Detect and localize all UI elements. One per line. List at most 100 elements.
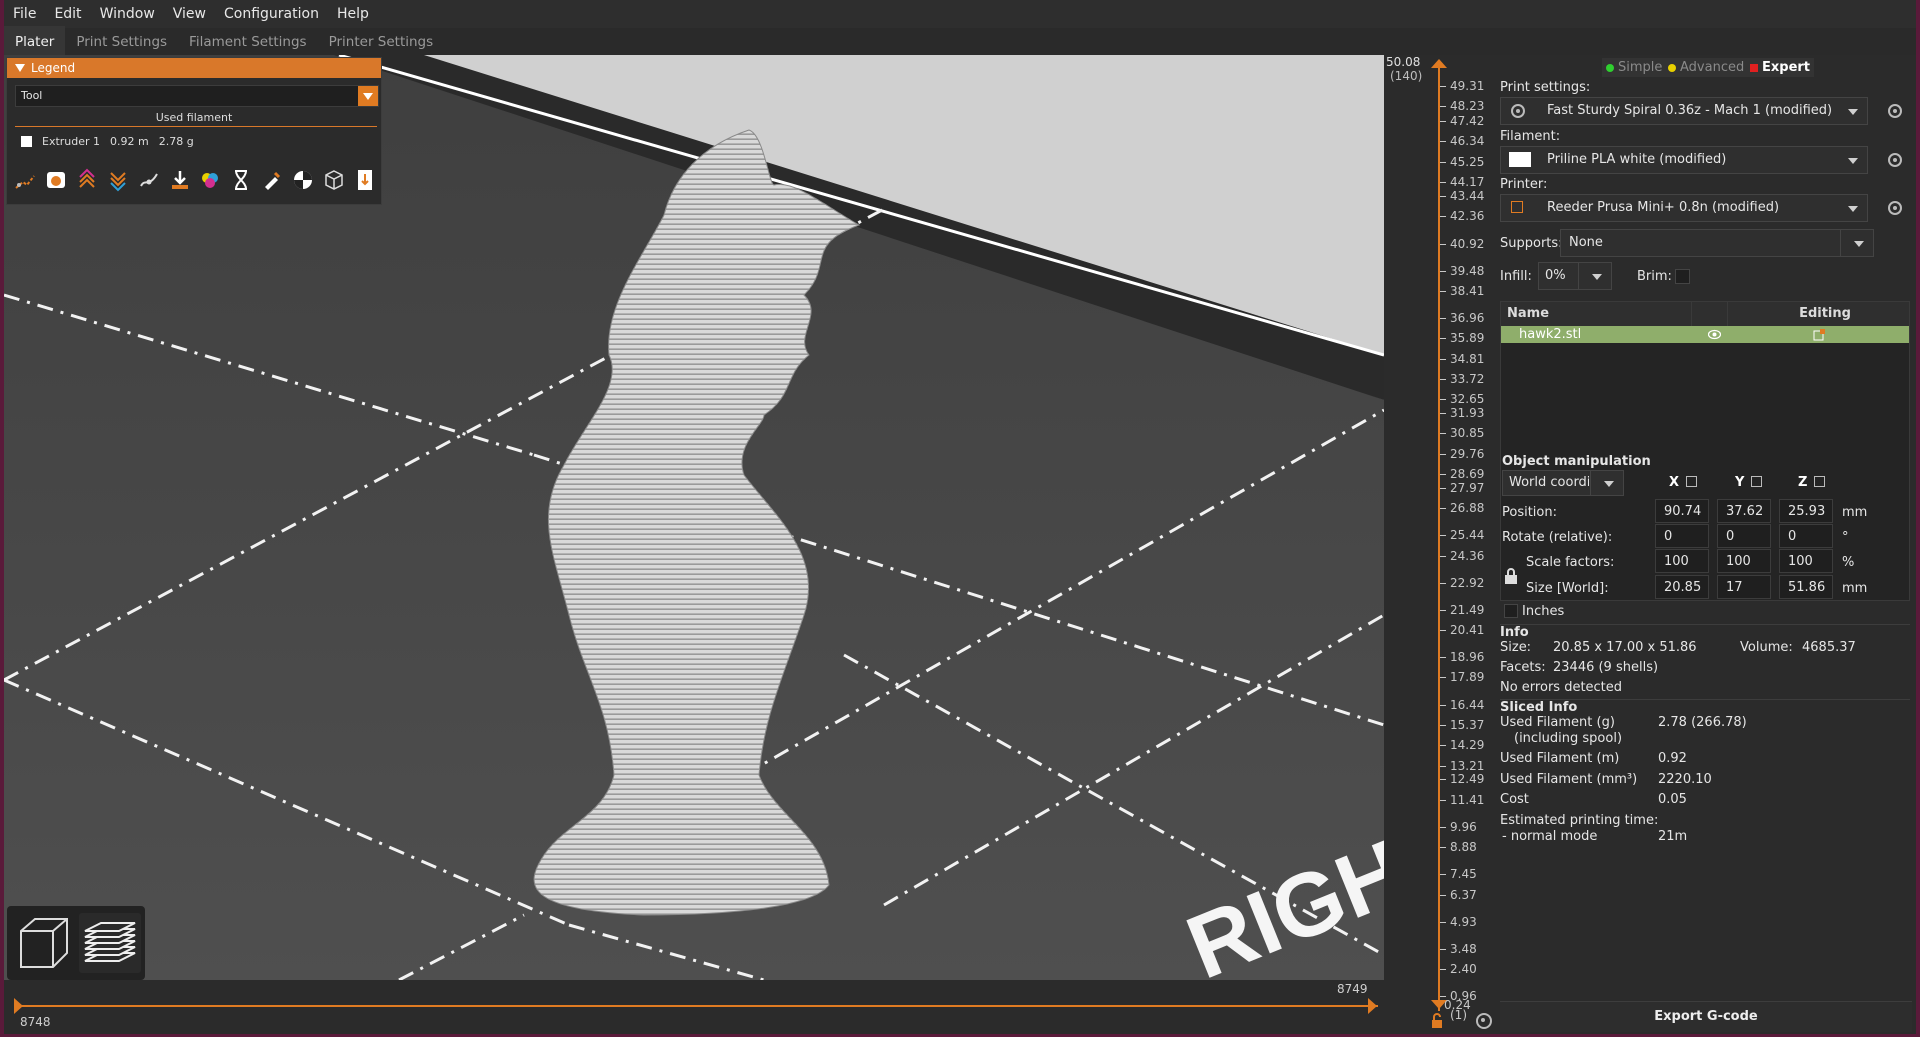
position-x-input[interactable]: 90.74 — [1655, 499, 1709, 523]
position-unit: mm — [1842, 505, 1868, 520]
layer-tick-label: 9.96 — [1450, 819, 1477, 834]
custom-gcodes-icon[interactable] — [260, 168, 284, 192]
center-of-gravity-icon[interactable] — [291, 168, 315, 192]
dropdown-arrow-icon[interactable] — [358, 86, 378, 106]
travel-icon[interactable] — [13, 168, 37, 192]
position-z-input[interactable]: 25.93 — [1779, 499, 1833, 523]
rotate-y-input[interactable]: 0 — [1717, 524, 1771, 548]
rotate-unit: ° — [1842, 530, 1849, 545]
print-settings-edit-icon[interactable] — [1888, 104, 1902, 118]
size-z-input[interactable]: 51.86 — [1779, 575, 1833, 599]
mode-expert[interactable]: Expert — [1746, 58, 1815, 77]
position-y-input[interactable]: 37.62 — [1717, 499, 1771, 523]
infill-label: Infill: — [1500, 269, 1532, 284]
layer-tick-label: 4.93 — [1450, 914, 1477, 929]
pause-prints-icon[interactable] — [229, 168, 253, 192]
scale-x-input[interactable]: 100 — [1655, 549, 1709, 573]
print-time-value: 21m — [1658, 829, 1688, 844]
layer-tick-label: 12.49 — [1450, 772, 1485, 787]
tab-printer-settings[interactable]: Printer Settings — [318, 28, 445, 55]
menu-view[interactable]: View — [164, 6, 215, 22]
legend-header[interactable]: Legend — [7, 58, 381, 78]
filament-combo[interactable]: Priline PLA white (modified) — [1500, 146, 1868, 174]
tool-marker-icon[interactable] — [353, 168, 377, 192]
menu-edit[interactable]: Edit — [45, 6, 90, 22]
scale-z-input[interactable]: 100 — [1779, 549, 1833, 573]
size-y-input[interactable]: 17 — [1717, 575, 1771, 599]
info-volume-label: Volume: — [1740, 640, 1793, 655]
eye-icon[interactable] — [1708, 329, 1721, 340]
layer-slider[interactable]: 50.08 (140) 49.31 48.23 47.42 46.34 45.25 44.… — [1384, 55, 1496, 1034]
retractions-icon[interactable] — [75, 168, 99, 192]
scale-y-input[interactable]: 100 — [1717, 549, 1771, 573]
mode-advanced[interactable]: Advanced — [1664, 58, 1749, 77]
unlock-icon[interactable] — [1429, 1013, 1445, 1029]
supports-combo[interactable]: None — [1560, 229, 1874, 257]
layer-tick-label: 29.76 — [1450, 446, 1485, 461]
menu-file[interactable]: File — [4, 6, 45, 22]
horizontal-slider-track[interactable] — [16, 1005, 1378, 1007]
edit-settings-icon[interactable] — [1813, 328, 1826, 341]
simple-mode-dot-icon — [1606, 63, 1614, 72]
drop-to-bed-y-icon[interactable] — [1751, 476, 1762, 487]
column-name-header[interactable]: Name — [1507, 306, 1549, 321]
menu-configuration[interactable]: Configuration — [215, 6, 328, 22]
tab-plater[interactable]: Plater — [4, 26, 66, 55]
printer-icon — [1511, 201, 1523, 213]
rotate-z-input[interactable]: 0 — [1779, 524, 1833, 548]
mode-simple[interactable]: Simple — [1602, 58, 1667, 77]
inches-checkbox[interactable] — [1504, 604, 1518, 618]
filament-edit-icon[interactable] — [1888, 153, 1902, 167]
layer-tick-mark — [1440, 161, 1446, 163]
supports-value: None — [1569, 235, 1603, 250]
brim-checkbox[interactable] — [1675, 269, 1690, 284]
layer-tick-label: 48.23 — [1450, 98, 1485, 113]
layer-tick-label: 31.93 — [1450, 405, 1485, 420]
preview-layers-icon[interactable] — [79, 913, 141, 973]
size-x-input[interactable]: 20.85 — [1655, 575, 1709, 599]
cog-icon[interactable] — [1476, 1013, 1492, 1029]
seams-icon[interactable] — [137, 168, 161, 192]
scale-unit: % — [1842, 555, 1855, 570]
used-filament-mm3-label: Used Filament (mm³) — [1500, 772, 1638, 787]
deretractions-icon[interactable] — [106, 168, 130, 192]
printer-edit-icon[interactable] — [1888, 201, 1902, 215]
horizontal-move-slider[interactable]: 8748 8749 — [4, 980, 1384, 1032]
info-title: Info — [1500, 625, 1529, 640]
menu-help[interactable]: Help — [328, 6, 378, 22]
combo-separator — [1578, 263, 1579, 289]
print-settings-combo[interactable]: Fast Sturdy Spiral 0.36z - Mach 1 (modif… — [1500, 97, 1868, 125]
printer-combo[interactable]: Reeder Prusa Mini+ 0.8n (modified) — [1500, 194, 1868, 222]
3d-view-icon[interactable] — [13, 913, 73, 973]
lock-icon[interactable] — [1504, 568, 1518, 584]
wipe-icon[interactable] — [44, 168, 68, 192]
collapse-triangle-icon[interactable] — [15, 64, 25, 72]
legend-extruder-row: Extruder 1 0.92 m 2.78 g — [15, 133, 377, 149]
rotate-x-input[interactable]: 0 — [1655, 524, 1709, 548]
info-size-label: Size: — [1500, 640, 1532, 655]
layer-tick-label: 17.89 — [1450, 670, 1485, 685]
print-settings-cog-icon — [1511, 104, 1525, 118]
layer-slider-upper-thumb[interactable] — [1431, 59, 1447, 68]
axis-x-label: X — [1669, 475, 1680, 490]
export-gcode-button[interactable]: Export G-code — [1500, 1001, 1912, 1032]
drop-to-bed-z-icon[interactable] — [1814, 476, 1825, 487]
menu-window[interactable]: Window — [91, 6, 164, 22]
info-facets-value: 23446 (9 shells) — [1553, 660, 1659, 675]
shells-icon[interactable] — [322, 168, 346, 192]
legend-view-type-select[interactable]: Tool — [15, 85, 379, 107]
layer-slider-track[interactable] — [1438, 67, 1440, 1011]
cost-value: 0.05 — [1658, 792, 1687, 807]
color-changes-icon[interactable] — [198, 168, 222, 192]
tab-filament-settings[interactable]: Filament Settings — [178, 28, 318, 55]
column-editing-header[interactable]: Editing — [1741, 306, 1909, 321]
infill-combo[interactable]: 0% — [1538, 262, 1612, 290]
layer-tick-label: 8.88 — [1450, 840, 1477, 855]
horizontal-slider-lower-thumb[interactable] — [14, 998, 23, 1014]
coordinate-system-combo[interactable]: World coordinates — [1502, 470, 1624, 496]
tab-print-settings[interactable]: Print Settings — [65, 28, 178, 55]
drop-to-bed-x-icon[interactable] — [1686, 476, 1697, 487]
tool-changes-icon[interactable] — [168, 168, 192, 192]
horizontal-slider-upper-thumb[interactable] — [1368, 998, 1377, 1014]
object-row[interactable]: hawk2.stl — [1501, 326, 1909, 343]
